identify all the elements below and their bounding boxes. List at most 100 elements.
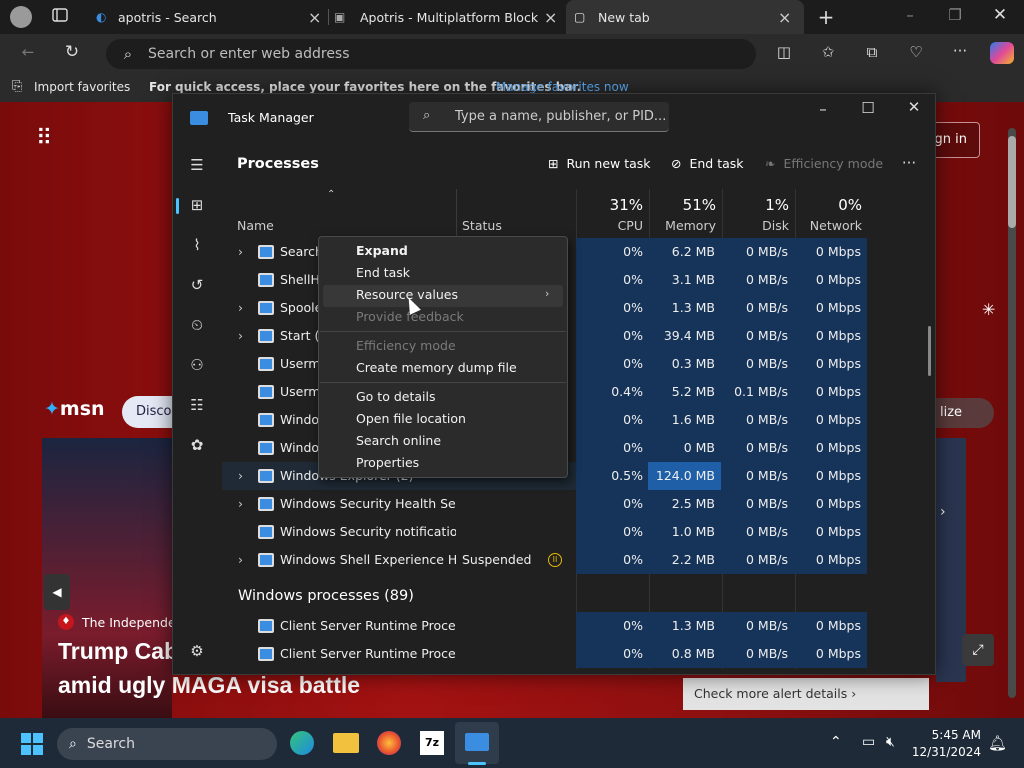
table-scrollbar[interactable] — [928, 326, 931, 376]
network-icon[interactable]: ▭ — [862, 734, 875, 750]
column-name[interactable]: Name — [237, 218, 274, 233]
firefox-icon[interactable] — [377, 731, 401, 755]
menu-expand[interactable]: Expand — [356, 240, 408, 262]
address-bar[interactable]: ⌕ Search or enter web address — [106, 39, 756, 69]
table-row[interactable]: Client Server Runtime Process 0% 1.3 MB 0 M… — [222, 612, 867, 640]
profile-avatar[interactable] — [10, 6, 32, 28]
process-search-box[interactable]: ⌕ Type a name, publisher, or PID... — [409, 102, 669, 132]
column-network-percent[interactable]: 0% — [795, 196, 862, 214]
weather-alert-link[interactable]: Check more alert details › — [683, 678, 929, 710]
column-memory[interactable]: Memory — [649, 218, 716, 233]
page-scrollbar[interactable] — [1008, 128, 1016, 698]
apps-grid-icon[interactable]: ⠿ — [36, 128, 60, 152]
personalize-button[interactable]: lize — [936, 398, 994, 428]
collections-icon[interactable]: ⧉ — [862, 43, 882, 61]
headline-line-2[interactable]: amid ugly MAGA visa battle — [58, 672, 360, 699]
details-nav-icon[interactable]: ☷ — [186, 396, 208, 414]
browser-essentials-icon[interactable]: ♡ — [906, 43, 926, 61]
close-tab-icon[interactable]: × — [778, 8, 791, 27]
menu-open-file-location[interactable]: Open file location — [356, 408, 466, 430]
process-cpu: 0% — [576, 266, 649, 294]
menu-search-online[interactable]: Search online — [356, 430, 441, 452]
maximize-icon[interactable]: ☐ — [858, 99, 878, 117]
volume-muted-icon[interactable]: 🔇︎ — [886, 734, 895, 750]
carousel-prev-icon[interactable]: ◀ — [44, 574, 70, 610]
7zip-icon[interactable]: 7z — [420, 731, 444, 755]
tab-search[interactable]: ◐ apotris - Search × — [88, 0, 328, 34]
close-window-icon[interactable]: ✕ — [990, 5, 1010, 25]
column-cpu-percent[interactable]: 31% — [577, 196, 643, 214]
expand-icon[interactable]: ⤢ — [962, 634, 994, 666]
copilot-icon[interactable] — [990, 42, 1014, 64]
performance-nav-icon[interactable]: ⌇ — [186, 236, 208, 254]
manage-favorites-link[interactable]: Manage favorites now — [496, 80, 629, 94]
minimize-icon[interactable]: – — [813, 100, 833, 118]
menu-create-memory-dump[interactable]: Create memory dump file — [356, 357, 517, 379]
refresh-icon[interactable]: ↻ — [62, 42, 82, 62]
restore-icon[interactable]: ❐ — [945, 6, 965, 24]
process-icon — [258, 553, 274, 567]
more-options-icon[interactable]: ··· — [899, 154, 919, 172]
tab-apotris[interactable]: ▣ Apotris - Multiplatform Block Sta × — [330, 0, 566, 34]
start-button-icon[interactable] — [21, 733, 43, 755]
process-icon — [258, 413, 274, 427]
users-nav-icon[interactable]: ⚇ — [186, 356, 208, 374]
menu-end-task[interactable]: End task — [356, 262, 410, 284]
close-icon[interactable]: ✕ — [904, 98, 924, 116]
close-tab-icon[interactable]: × — [544, 8, 557, 27]
tab-new-tab[interactable]: ▢ New tab × — [566, 0, 804, 34]
import-favorites-link[interactable]: Import favorites — [34, 80, 130, 94]
minimize-icon[interactable]: – — [900, 6, 920, 24]
expand-chevron-icon[interactable]: › — [238, 238, 243, 266]
windows-taskbar: ⌕ Search 7z ⌃ ▭ 🔇︎ 5:45 AM 12/31/2024 🔔︎ — [0, 718, 1024, 768]
back-icon[interactable]: ← — [18, 43, 38, 61]
clock-time[interactable]: 5:45 AM — [925, 728, 981, 742]
headline-line-1[interactable]: Trump Cab — [58, 638, 178, 665]
new-tab-plus-icon[interactable]: + — [815, 5, 837, 29]
run-new-task-button[interactable]: ⊞ Run new task — [548, 156, 651, 171]
search-icon: ⌕ — [69, 736, 77, 752]
discover-button[interactable]: Discov — [122, 396, 174, 428]
column-cpu[interactable]: CPU — [577, 218, 643, 233]
settings-gear-icon[interactable]: ⚙ — [186, 642, 208, 660]
hamburger-menu-icon[interactable]: ☰ — [186, 156, 208, 174]
process-net: 0 Mbps — [794, 350, 867, 378]
table-row[interactable]: › Windows Security Health Servi... 0%2.5 M… — [222, 490, 867, 518]
task-manager-taskbar-icon[interactable] — [465, 733, 489, 751]
menu-go-to-details[interactable]: Go to details — [356, 386, 435, 408]
column-status[interactable]: Status — [462, 218, 502, 233]
column-memory-percent[interactable]: 51% — [649, 196, 716, 214]
expand-chevron-icon[interactable]: › — [238, 490, 243, 518]
table-row[interactable]: › Windows Shell Experience Hos... Suspende… — [222, 546, 867, 574]
expand-chevron-icon[interactable]: › — [238, 462, 243, 490]
app-history-nav-icon[interactable]: ↺ — [186, 276, 208, 294]
menu-properties[interactable]: Properties — [356, 452, 419, 474]
process-cpu: 0% — [576, 490, 649, 518]
favorites-icon[interactable]: ✩ — [818, 43, 838, 61]
expand-chevron-icon[interactable]: › — [238, 546, 243, 574]
efficiency-mode-button[interactable]: ❧ Efficiency mode — [765, 156, 883, 171]
tab-actions-icon[interactable] — [50, 8, 70, 26]
tray-overflow-chevron-icon[interactable]: ⌃ — [830, 734, 842, 750]
end-task-button[interactable]: ⊘ End task — [671, 156, 744, 171]
sparkle-icon[interactable]: ✳ — [982, 300, 995, 319]
edge-icon[interactable] — [290, 731, 314, 755]
expand-chevron-icon[interactable]: › — [238, 322, 243, 350]
notification-bell-icon[interactable]: 🔔︎ — [988, 734, 1007, 752]
split-screen-icon[interactable]: ◫ — [774, 43, 794, 61]
column-disk-percent[interactable]: 1% — [722, 196, 789, 214]
carousel-next-icon[interactable]: › — [940, 504, 946, 520]
table-row[interactable]: Client Server Runtime Process 0% 0.8 MB 0 M… — [222, 640, 867, 668]
column-disk[interactable]: Disk — [722, 218, 789, 233]
expand-chevron-icon[interactable]: › — [238, 294, 243, 322]
taskbar-search-box[interactable]: ⌕ Search — [57, 728, 277, 760]
more-options-icon[interactable]: ··· — [950, 42, 970, 60]
column-network[interactable]: Network — [795, 218, 862, 233]
processes-nav-icon[interactable]: ⊞ — [186, 196, 208, 214]
close-tab-icon[interactable]: × — [308, 8, 321, 27]
table-row[interactable]: Windows Security notification... 0%1.0 MB… — [222, 518, 867, 546]
startup-apps-nav-icon[interactable]: ⏲ — [186, 316, 208, 334]
clock-date[interactable]: 12/31/2024 — [911, 745, 981, 759]
file-explorer-icon[interactable] — [333, 733, 359, 753]
services-nav-icon[interactable]: ✿ — [186, 436, 208, 454]
